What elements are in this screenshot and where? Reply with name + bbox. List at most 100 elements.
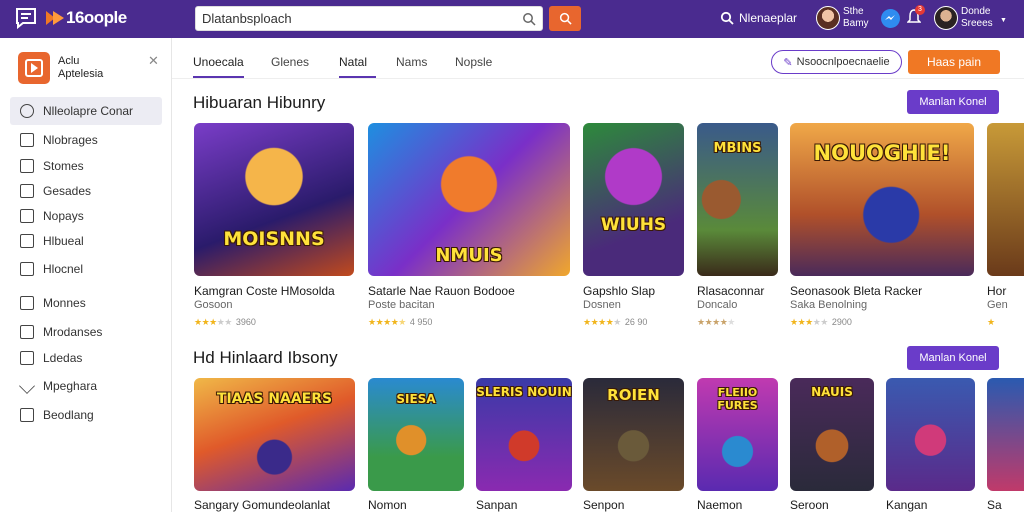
- search-icon[interactable]: [720, 11, 734, 25]
- game-thumbnail[interactable]: [987, 123, 1024, 276]
- game-art-title: SIESA: [396, 392, 436, 406]
- sidebar-item[interactable]: Mpeghara: [10, 372, 162, 400]
- game-title[interactable]: Seroon: [790, 498, 829, 512]
- game-title[interactable]: Kangan: [886, 498, 927, 512]
- sidebar-item-label: Gesades: [43, 184, 92, 198]
- game-thumbnail[interactable]: ROIEN: [583, 378, 684, 491]
- library-icon: [20, 133, 34, 147]
- app-title-line2: Aptelesia: [58, 68, 104, 80]
- sidebar-item[interactable]: Nlleolapre Conar: [10, 97, 162, 125]
- close-icon[interactable]: ✕: [148, 53, 159, 69]
- search-input[interactable]: [196, 7, 516, 30]
- sidebar-item[interactable]: Hlbueal: [10, 227, 162, 255]
- game-thumbnail[interactable]: TIAAS NAAERS: [194, 378, 355, 491]
- outline-button[interactable]: ✎ Nsoocnlpoecnaelie: [771, 50, 902, 74]
- rating: ★: [987, 317, 995, 327]
- game-thumbnail[interactable]: SIESA: [368, 378, 464, 491]
- search-label[interactable]: Nlenaeplar: [739, 11, 797, 25]
- search-icon[interactable]: [522, 12, 536, 26]
- sidebar-item[interactable]: Beodlang: [10, 401, 162, 429]
- play-icon: [25, 59, 43, 77]
- hub-icon: [20, 234, 34, 248]
- brand-name[interactable]: 16oople: [66, 8, 127, 28]
- game-art-title: WIUHS: [600, 215, 667, 235]
- app-icon[interactable]: [18, 52, 50, 84]
- messenger-icon[interactable]: [881, 9, 900, 28]
- chevron-down-icon[interactable]: ▼: [1000, 17, 1007, 24]
- search-button[interactable]: [549, 6, 581, 31]
- sidebar-item-label: Hlbueal: [43, 234, 84, 248]
- game-title[interactable]: Sa: [987, 498, 1002, 512]
- sidebar-item[interactable]: Hlocnel: [10, 255, 162, 283]
- profile-name[interactable]: Donde Sreees: [961, 6, 993, 30]
- tab-glenes[interactable]: Glenes: [271, 46, 309, 78]
- game-art-title: FLEIIO FURES: [717, 386, 758, 412]
- game-thumbnail[interactable]: MOISNNS: [194, 123, 354, 276]
- games-icon: [20, 184, 34, 198]
- search-box[interactable]: [195, 6, 543, 31]
- rating: ★★★★★: [697, 317, 735, 327]
- monitor-icon: [20, 296, 34, 310]
- game-art-title: TIAAS NAAERS: [216, 391, 333, 407]
- game-thumbnail[interactable]: NMUIS: [368, 123, 570, 276]
- user-avatar[interactable]: [816, 6, 840, 30]
- home-icon: [20, 104, 34, 118]
- app-title-line1: Aclu: [58, 55, 80, 67]
- game-title[interactable]: Gapshlo Slap: [583, 284, 655, 298]
- sidebar-item[interactable]: Nlobrages: [10, 126, 162, 154]
- game-art-title: NAUIS: [811, 385, 853, 399]
- user-name[interactable]: Sthe Bamy: [843, 6, 869, 30]
- game-title[interactable]: Senpon: [583, 498, 624, 512]
- tab-natal[interactable]: Natal: [339, 46, 376, 78]
- game-title[interactable]: Seonasook Bleta Racker: [790, 284, 922, 298]
- top-bar: 16oople Nlenaeplar Sthe Bamy 3 Donde Sre…: [0, 0, 1024, 38]
- list-icon: [20, 351, 34, 365]
- rating-count: 2900: [831, 317, 852, 327]
- sidebar-item[interactable]: Stomes: [10, 152, 162, 180]
- game-thumbnail[interactable]: NAUIS: [790, 378, 874, 491]
- see-more-button[interactable]: Manlan Konel: [907, 90, 999, 114]
- brand-logo-icon: [46, 11, 64, 25]
- profile-avatar[interactable]: [934, 6, 958, 30]
- game-title[interactable]: Kamgran Coste HMosolda: [194, 284, 335, 298]
- tab-nopsle[interactable]: Nopsle: [455, 46, 492, 78]
- news-icon: [20, 209, 34, 223]
- see-more-button[interactable]: Manlan Konel: [907, 346, 999, 370]
- sidebar-item[interactable]: Monnes: [10, 289, 162, 317]
- sidebar-item-label: Hlocnel: [43, 262, 84, 276]
- game-title[interactable]: Sanpan: [476, 498, 517, 512]
- sidebar-item[interactable]: Gesades: [10, 177, 162, 205]
- game-title[interactable]: Sangary Gomundeolanlat: [194, 498, 330, 512]
- game-subtitle: Saka Benolning: [790, 299, 868, 311]
- rating: ★★★★★ 4 950: [368, 317, 433, 327]
- app-title: Aclu Aptelesia: [58, 55, 103, 81]
- game-title[interactable]: Rlasaconnar: [697, 284, 764, 298]
- tab-nams[interactable]: Nams: [396, 46, 427, 78]
- primary-button[interactable]: Haas pain: [908, 50, 1000, 74]
- game-thumbnail[interactable]: MBINS: [697, 123, 778, 276]
- game-art-title: MOISNNS: [223, 228, 325, 250]
- game-thumbnail[interactable]: [987, 378, 1024, 491]
- sidebar-item[interactable]: Mrodanses: [10, 318, 162, 346]
- game-title[interactable]: Nomon: [368, 498, 407, 512]
- chat-logo-icon[interactable]: [14, 6, 38, 30]
- game-title[interactable]: Naemon: [697, 498, 742, 512]
- pen-icon: ✎: [783, 56, 793, 69]
- game-thumbnail[interactable]: FLEIIO FURES: [697, 378, 778, 491]
- game-subtitle: Doncalo: [697, 299, 738, 311]
- tab-divider: [172, 78, 1024, 79]
- sidebar-item[interactable]: Nopays: [10, 202, 162, 230]
- sidebar-item[interactable]: Ldedas: [10, 344, 162, 372]
- game-title[interactable]: Hor: [987, 284, 1006, 298]
- rating: ★★★★★ 3960: [194, 317, 256, 327]
- game-thumbnail[interactable]: WIUHS: [583, 123, 684, 276]
- sidebar-item-label: Mpeghara: [43, 379, 98, 393]
- profile-name-line1: Donde: [961, 6, 991, 17]
- game-thumbnail[interactable]: SLERIS NOUIN: [476, 378, 572, 491]
- tab-unoecala[interactable]: Unoecala: [193, 46, 244, 78]
- rating: ★★★★★ 26 90: [583, 317, 648, 327]
- game-thumbnail[interactable]: NOUOGHIE!: [790, 123, 974, 276]
- game-thumbnail[interactable]: [886, 378, 975, 491]
- user-name-line2: Bamy: [843, 18, 869, 29]
- game-title[interactable]: Satarle Nae Rauon Bodooe: [368, 284, 515, 298]
